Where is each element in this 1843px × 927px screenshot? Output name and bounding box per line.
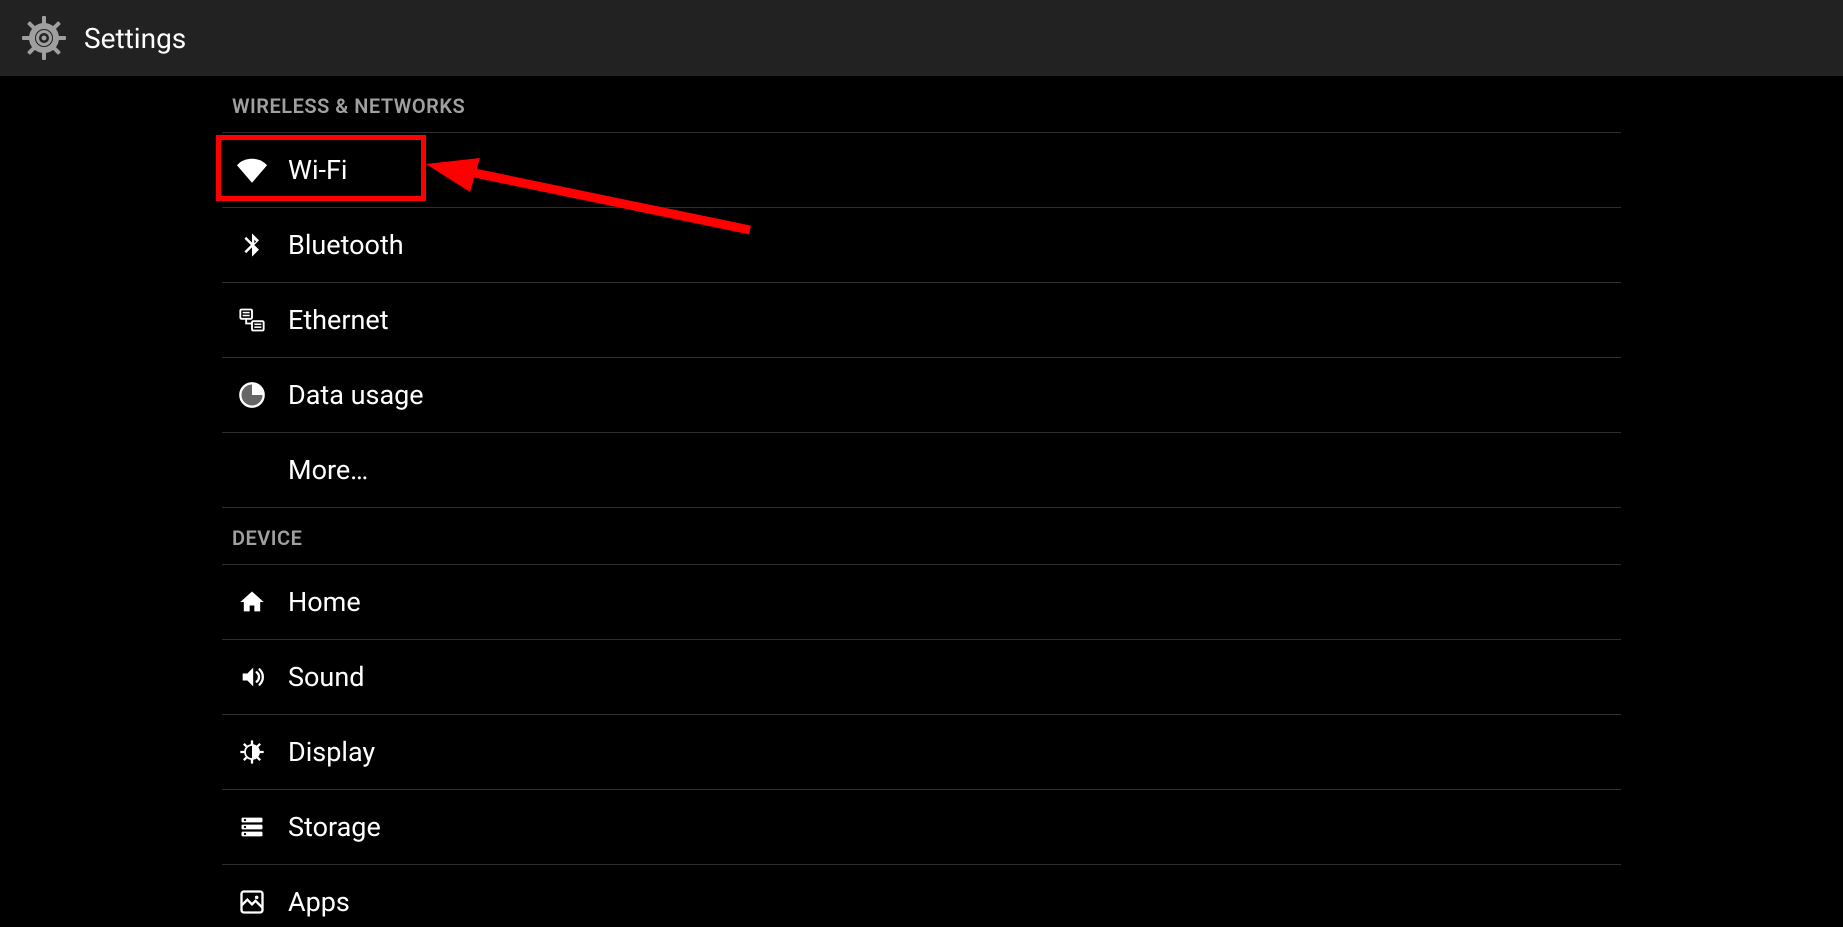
sound-icon bbox=[234, 659, 270, 695]
settings-list: WIRELESS & NETWORKS Wi-Fi Bluetooth bbox=[222, 76, 1621, 927]
settings-item-storage[interactable]: Storage bbox=[222, 790, 1621, 865]
settings-item-ethernet[interactable]: Ethernet bbox=[222, 283, 1621, 358]
settings-item-sound[interactable]: Sound bbox=[222, 640, 1621, 715]
settings-item-label: Sound bbox=[288, 661, 364, 693]
settings-item-more[interactable]: More… bbox=[222, 433, 1621, 508]
settings-item-label: Home bbox=[288, 586, 361, 618]
wifi-icon bbox=[234, 152, 270, 188]
storage-icon bbox=[234, 809, 270, 845]
home-icon bbox=[234, 584, 270, 620]
settings-item-label: Bluetooth bbox=[288, 229, 404, 261]
settings-item-wifi[interactable]: Wi-Fi bbox=[222, 133, 1621, 208]
settings-item-home[interactable]: Home bbox=[222, 565, 1621, 640]
settings-item-label: Ethernet bbox=[288, 304, 389, 336]
settings-item-label: Apps bbox=[288, 886, 350, 918]
settings-item-bluetooth[interactable]: Bluetooth bbox=[222, 208, 1621, 283]
settings-item-label: Storage bbox=[288, 811, 381, 843]
settings-item-display[interactable]: Display bbox=[222, 715, 1621, 790]
settings-item-label: Wi-Fi bbox=[288, 154, 347, 186]
settings-item-label: More… bbox=[288, 454, 368, 486]
section-header-wireless: WIRELESS & NETWORKS bbox=[222, 76, 1621, 133]
app-header: Settings bbox=[0, 0, 1843, 76]
bluetooth-icon bbox=[234, 227, 270, 263]
settings-gear-icon bbox=[18, 12, 70, 64]
ethernet-icon bbox=[234, 302, 270, 338]
settings-item-label: Data usage bbox=[288, 379, 424, 411]
section-header-device: DEVICE bbox=[222, 508, 1621, 565]
apps-icon bbox=[234, 884, 270, 920]
settings-item-label: Display bbox=[288, 736, 375, 768]
settings-item-apps[interactable]: Apps bbox=[222, 865, 1621, 927]
display-icon bbox=[234, 734, 270, 770]
app-title: Settings bbox=[84, 22, 186, 55]
data-usage-icon bbox=[234, 377, 270, 413]
settings-item-data-usage[interactable]: Data usage bbox=[222, 358, 1621, 433]
